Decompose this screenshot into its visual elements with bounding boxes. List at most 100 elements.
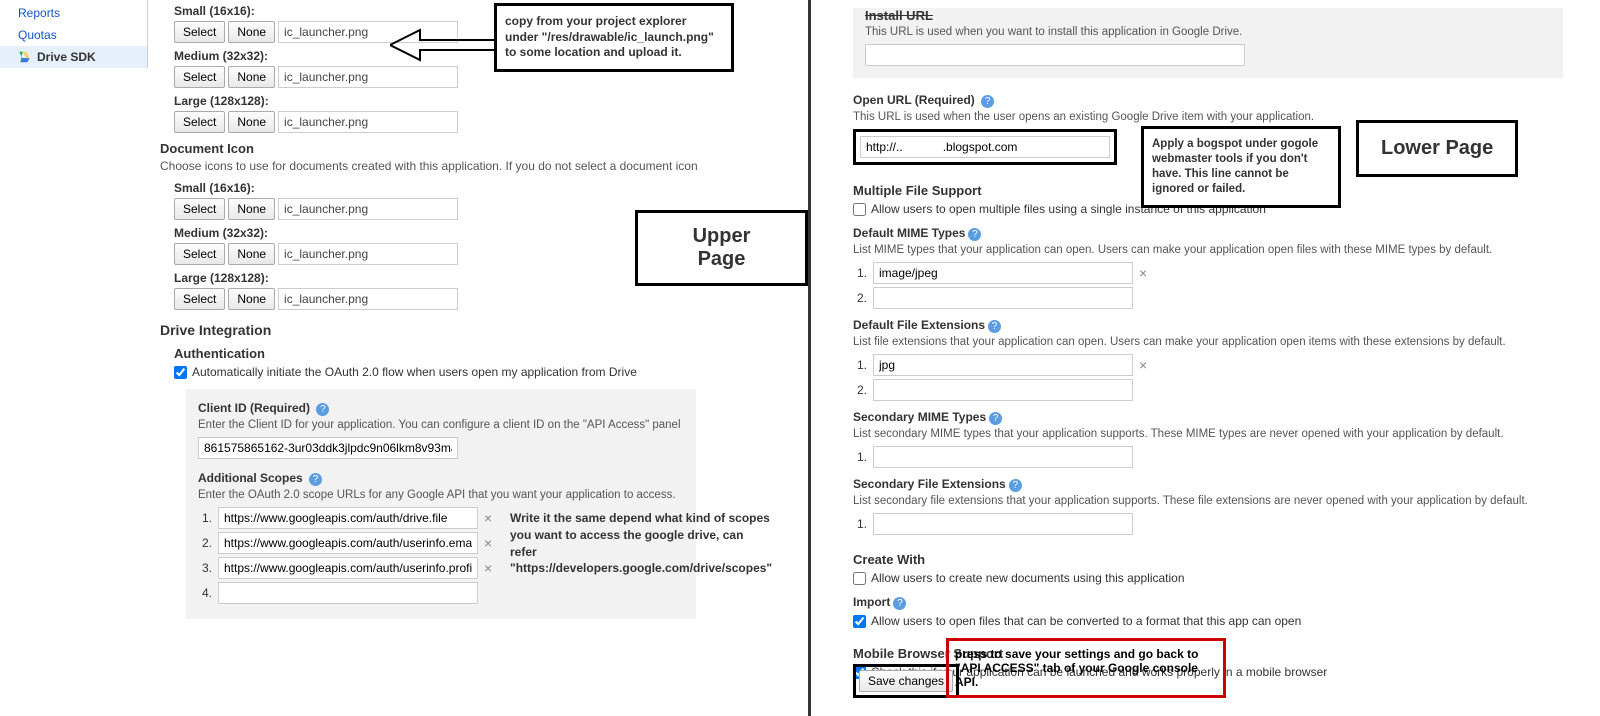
- list-number: 1.: [853, 358, 867, 372]
- none-button[interactable]: None: [228, 243, 275, 265]
- remove-icon[interactable]: ×: [1139, 357, 1147, 373]
- create-with-label: Create With: [853, 552, 1563, 567]
- remove-icon[interactable]: ×: [1139, 265, 1147, 281]
- scopes-label: Additional Scopes: [198, 471, 303, 485]
- default-mime-label: Default MIME Types: [853, 226, 965, 240]
- save-button-highlight: Save changes: [853, 664, 959, 698]
- sidebar-item-drive-sdk[interactable]: Drive SDK: [0, 46, 147, 68]
- ext-input[interactable]: [873, 354, 1133, 376]
- doc-small-label: Small (16x16):: [174, 181, 788, 195]
- client-id-desc: Enter the Client ID for your application…: [198, 419, 684, 431]
- save-changes-button[interactable]: Save changes: [859, 670, 953, 692]
- client-id-input[interactable]: [198, 437, 458, 459]
- scope-input[interactable]: [218, 532, 478, 554]
- import-check-label: Allow users to open files that can be co…: [871, 614, 1301, 628]
- select-button[interactable]: Select: [174, 288, 225, 310]
- file-name-display: ic_launcher.png: [278, 111, 458, 133]
- help-icon[interactable]: ?: [316, 403, 329, 416]
- create-with-checkbox[interactable]: [853, 572, 866, 585]
- sec-ext-label: Secondary File Extensions: [853, 477, 1006, 491]
- select-button[interactable]: Select: [174, 111, 225, 133]
- annotation-blogspot-note: Apply a bogspot under gogole webmaster t…: [1141, 126, 1341, 208]
- sidebar-item-quotas[interactable]: Quotas: [0, 24, 147, 46]
- list-number: 2.: [198, 536, 212, 550]
- default-mime-desc: List MIME types that your application ca…: [853, 244, 1563, 256]
- list-number: 2.: [853, 383, 867, 397]
- sidebar: Reports Quotas Drive SDK: [0, 0, 148, 68]
- remove-icon[interactable]: ×: [484, 510, 492, 526]
- file-name-display: ic_launcher.png: [278, 288, 458, 310]
- select-button[interactable]: Select: [174, 66, 225, 88]
- help-icon[interactable]: ?: [968, 228, 981, 241]
- annotation-scopes-note: Write it the same depend what kind of sc…: [510, 510, 770, 577]
- scope-input[interactable]: [218, 507, 478, 529]
- sidebar-item-label: Drive SDK: [37, 50, 96, 64]
- drive-icon: [18, 50, 32, 64]
- none-button[interactable]: None: [228, 288, 275, 310]
- help-icon[interactable]: ?: [1009, 479, 1022, 492]
- annotation-copy-note: copy from your project explorer under "/…: [494, 3, 734, 72]
- annotation-save-note: press to save your settings and go back …: [946, 638, 1226, 698]
- open-url-highlight: [853, 129, 1117, 165]
- client-id-panel: Client ID (Required) ? Enter the Client …: [186, 389, 696, 619]
- import-checkbox[interactable]: [853, 615, 866, 628]
- document-icon-title: Document Icon: [160, 141, 788, 156]
- list-number: 2.: [853, 291, 867, 305]
- select-button[interactable]: Select: [174, 21, 225, 43]
- list-number: 1.: [853, 266, 867, 280]
- create-with-check-label: Allow users to create new documents usin…: [871, 571, 1185, 585]
- client-id-label: Client ID (Required): [198, 401, 310, 415]
- default-ext-desc: List file extensions that your applicati…: [853, 336, 1563, 348]
- mime-input[interactable]: [873, 287, 1133, 309]
- list-number: 4.: [198, 586, 212, 600]
- install-url-desc: This URL is used when you want to instal…: [865, 26, 1551, 38]
- help-icon[interactable]: ?: [989, 412, 1002, 425]
- file-name-display: ic_launcher.png: [278, 66, 458, 88]
- remove-icon[interactable]: ×: [484, 535, 492, 551]
- remove-icon[interactable]: ×: [484, 560, 492, 576]
- annotation-lower-page: Lower Page: [1356, 120, 1518, 177]
- ext-input[interactable]: [873, 379, 1133, 401]
- install-url-input[interactable]: [865, 44, 1245, 66]
- default-ext-label: Default File Extensions: [853, 318, 985, 332]
- list-number: 3.: [198, 561, 212, 575]
- help-icon[interactable]: ?: [893, 597, 906, 610]
- large-icon-label: Large (128x128):: [174, 94, 788, 108]
- oauth-auto-label: Automatically initiate the OAuth 2.0 flo…: [192, 365, 637, 379]
- multi-file-checkbox[interactable]: [853, 203, 866, 216]
- oauth-auto-checkbox[interactable]: [174, 366, 187, 379]
- open-url-input[interactable]: [860, 136, 1110, 158]
- sec-ext-desc: List secondary file extensions that your…: [853, 495, 1563, 507]
- list-number: 1.: [198, 511, 212, 525]
- list-number: 1.: [853, 517, 867, 531]
- help-icon[interactable]: ?: [981, 95, 994, 108]
- sec-mime-desc: List secondary MIME types that your appl…: [853, 428, 1563, 440]
- scope-input[interactable]: [218, 582, 478, 604]
- select-button[interactable]: Select: [174, 243, 225, 265]
- file-name-display: ic_launcher.png: [278, 243, 458, 265]
- none-button[interactable]: None: [228, 66, 275, 88]
- arrow-icon: [390, 25, 500, 65]
- authentication-title: Authentication: [174, 346, 788, 361]
- scopes-desc: Enter the OAuth 2.0 scope URLs for any G…: [198, 489, 684, 501]
- sec-mime-label: Secondary MIME Types: [853, 410, 986, 424]
- drive-integration-title: Drive Integration: [160, 322, 788, 338]
- sec-mime-input[interactable]: [873, 446, 1133, 468]
- help-icon[interactable]: ?: [309, 473, 322, 486]
- document-icon-desc: Choose icons to use for documents create…: [160, 159, 788, 173]
- mime-input[interactable]: [873, 262, 1133, 284]
- none-button[interactable]: None: [228, 111, 275, 133]
- import-label: Import: [853, 595, 890, 609]
- scope-input[interactable]: [218, 557, 478, 579]
- sidebar-item-reports[interactable]: Reports: [0, 2, 147, 24]
- file-name-display: ic_launcher.png: [278, 198, 458, 220]
- list-number: 1.: [853, 450, 867, 464]
- select-button[interactable]: Select: [174, 198, 225, 220]
- help-icon[interactable]: ?: [988, 320, 1001, 333]
- sec-ext-input[interactable]: [873, 513, 1133, 535]
- install-url-label: Install URL: [865, 8, 1551, 23]
- open-url-label: Open URL (Required): [853, 93, 975, 107]
- none-button[interactable]: None: [228, 21, 275, 43]
- annotation-upper-page: Upper Page: [635, 210, 808, 286]
- none-button[interactable]: None: [228, 198, 275, 220]
